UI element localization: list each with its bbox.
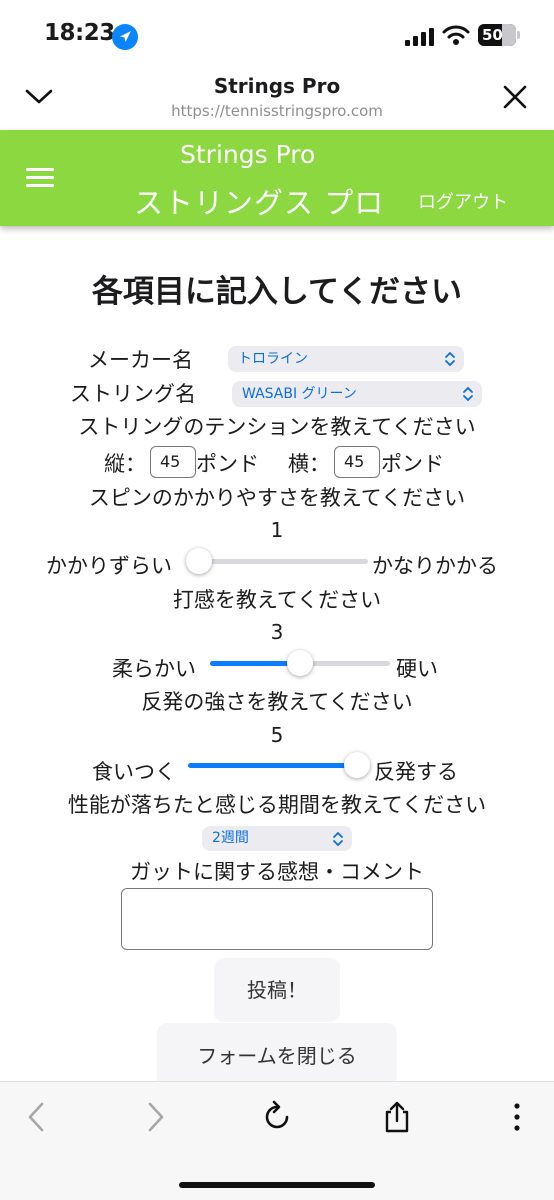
rebound-slider-fill xyxy=(188,763,357,768)
share-icon[interactable] xyxy=(380,1100,414,1134)
rebound-question: 反発の強さを教えてください xyxy=(141,690,413,714)
browser-title: Strings Pro xyxy=(213,74,341,98)
brand-name-ja[interactable]: ストリングス プロ xyxy=(134,180,384,222)
wifi-icon xyxy=(442,24,470,46)
rebound-min-label: 食いつく xyxy=(92,760,176,784)
spin-slider[interactable] xyxy=(186,548,368,574)
submit-button[interactable]: 投稿！ xyxy=(214,958,340,1022)
cross-tension-label: 横： xyxy=(288,452,330,476)
spin-value: 1 xyxy=(270,518,284,542)
cross-tension-input[interactable]: 45 xyxy=(334,446,380,478)
comment-textarea[interactable] xyxy=(121,888,433,950)
feel-slider[interactable] xyxy=(210,650,390,676)
tension-question: ストリングのテンションを教えてください xyxy=(78,415,476,439)
select-chevron-icon xyxy=(445,351,455,367)
battery-level: 50 xyxy=(482,26,503,44)
battery-icon: 50 xyxy=(478,24,516,46)
durability-select[interactable]: 2週間 xyxy=(202,826,352,851)
feel-value: 3 xyxy=(270,620,284,644)
hamburger-menu-icon[interactable] xyxy=(26,168,54,188)
pound-label: ポンド xyxy=(381,452,444,476)
string-label: ストリング名 xyxy=(70,382,196,406)
cellular-signal-icon xyxy=(405,28,435,46)
spin-max-label: かなりかかる xyxy=(372,554,498,578)
durability-question: 性能が落ちたと感じる期間を教えてください xyxy=(67,793,487,817)
browser-header: Strings Pro https://tennisstringspro.com xyxy=(0,66,554,130)
maker-select-value: トロライン xyxy=(238,351,308,367)
more-options-icon[interactable] xyxy=(500,1100,534,1134)
close-icon[interactable] xyxy=(502,84,528,110)
durability-select-value: 2週間 xyxy=(212,830,249,846)
back-icon[interactable] xyxy=(20,1100,54,1134)
close-form-button[interactable]: フォームを閉じる xyxy=(157,1023,397,1081)
spin-min-label: かかりずらい xyxy=(46,554,172,578)
spin-question: スピンのかかりやすさを教えてください xyxy=(88,486,466,510)
pound-label: ポンド xyxy=(196,452,259,476)
select-chevron-icon xyxy=(463,386,473,402)
feel-max-label: 硬い xyxy=(396,657,438,681)
select-chevron-icon xyxy=(333,831,343,847)
browser-url[interactable]: https://tennisstringspro.com xyxy=(0,102,554,120)
status-time: 18:23 xyxy=(44,20,115,46)
rebound-slider-thumb[interactable] xyxy=(344,752,370,778)
review-form: 各項目に記入してください メーカー名 トロライン ストリング名 WASABI グ… xyxy=(0,226,554,1081)
rebound-slider[interactable] xyxy=(188,752,370,778)
maker-select[interactable]: トロライン xyxy=(228,346,464,372)
location-arrow-icon xyxy=(112,24,138,50)
string-select-value: WASABI グリーン xyxy=(242,386,357,402)
forward-icon[interactable] xyxy=(138,1100,172,1134)
battery-tip xyxy=(517,31,520,39)
site-header: Strings Pro ストリングス プロ ログアウト xyxy=(0,130,554,226)
brand-name-en[interactable]: Strings Pro xyxy=(180,140,315,169)
string-select[interactable]: WASABI グリーン xyxy=(232,381,482,407)
feel-question: 打感を教えてください xyxy=(172,588,382,612)
main-tension-label: 縦： xyxy=(104,452,146,476)
feel-min-label: 柔らかい xyxy=(112,657,196,681)
rebound-value: 5 xyxy=(270,723,284,747)
maker-label: メーカー名 xyxy=(88,348,193,372)
page-title: 各項目に記入してください xyxy=(91,274,463,310)
main-tension-input[interactable]: 45 xyxy=(150,446,196,478)
status-bar: 18:23 50 xyxy=(0,0,554,66)
spin-slider-thumb[interactable] xyxy=(186,548,212,574)
logout-link[interactable]: ログアウト xyxy=(418,188,508,214)
feel-slider-thumb[interactable] xyxy=(287,650,313,676)
comment-label: ガットに関する感想・コメント xyxy=(130,860,424,884)
home-indicator xyxy=(179,1182,375,1188)
rebound-max-label: 反発する xyxy=(374,760,458,784)
reload-icon[interactable] xyxy=(260,1100,294,1134)
